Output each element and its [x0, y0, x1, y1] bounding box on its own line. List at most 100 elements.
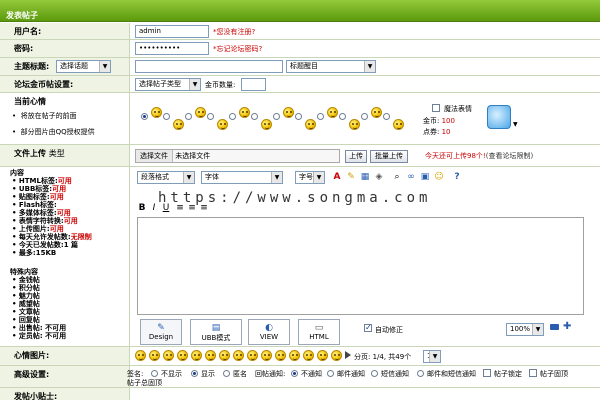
mood-face-icon[interactable]	[261, 119, 272, 130]
autofix-checkbox[interactable]	[364, 323, 372, 332]
find-icon[interactable]: ⌕	[391, 170, 403, 185]
batch-upload-button[interactable]: 批量上传	[370, 150, 408, 163]
emoticon-icon[interactable]	[331, 350, 342, 361]
subject-input[interactable]	[135, 60, 283, 73]
pin-post-checkbox[interactable]	[529, 369, 537, 377]
emoticon-icon[interactable]: ☺	[433, 170, 445, 185]
email-notify-radio[interactable]	[327, 370, 334, 377]
view-mode-tab[interactable]: ◐ VIEW	[248, 319, 290, 345]
emoticon-icon[interactable]	[135, 350, 146, 361]
chevron-down-icon[interactable]: ▼	[513, 121, 518, 128]
zoom-select[interactable]: 100% ▼	[506, 323, 544, 336]
choose-file-button[interactable]: 选择文件	[136, 150, 173, 162]
upload-label: 文件上传	[14, 149, 46, 158]
emoticon-icon[interactable]	[261, 350, 272, 361]
mood-face-icon[interactable]	[371, 107, 382, 118]
emoticon-icon[interactable]	[219, 350, 230, 361]
no-notify-radio[interactable]	[291, 370, 298, 377]
lock-post-checkbox[interactable]	[483, 369, 491, 377]
mood-radio[interactable]	[207, 113, 214, 120]
coin-amount-input[interactable]	[241, 78, 266, 91]
emoticon-icon[interactable]	[205, 350, 216, 361]
emoticon-icon[interactable]	[149, 350, 160, 361]
paragraph-format-select[interactable]: 段落格式 ▼	[137, 171, 195, 184]
mood-radio[interactable]	[251, 113, 258, 120]
emoticon-page-select[interactable]: 1▼	[423, 350, 441, 363]
mood-face-picker: 魔法表情 金币: 100 点券: 10 ▼	[131, 93, 600, 144]
highlight-icon[interactable]: ✎	[345, 170, 357, 185]
file-chooser[interactable]: 选择文件 未选择文件	[135, 149, 340, 163]
editor-textarea[interactable]	[137, 217, 584, 315]
emoticon-icon[interactable]	[163, 350, 174, 361]
magic-emote-label: 魔法表情	[444, 105, 472, 113]
mood-radio[interactable]	[229, 113, 236, 120]
mood-face-icon[interactable]	[393, 119, 404, 130]
mood-radio[interactable]	[339, 113, 346, 120]
font-size-select[interactable]: 字号 ▼	[295, 171, 325, 184]
post-type-select[interactable]: 选择帖子类型 ▼	[135, 78, 201, 91]
emoticon-icon[interactable]	[303, 350, 314, 361]
password-input[interactable]: ••••••••••	[135, 42, 209, 55]
emoticon-icon[interactable]	[177, 350, 188, 361]
expand-editor-icon[interactable]: ✚	[563, 321, 571, 332]
link-icon[interactable]: ∞	[405, 170, 417, 185]
bold-icon[interactable]: B	[137, 201, 147, 216]
mood-radio[interactable]	[317, 113, 324, 120]
emoticon-icon[interactable]	[317, 350, 328, 361]
font-select[interactable]: 字体 ▼	[201, 171, 283, 184]
next-page-icon[interactable]	[345, 351, 351, 359]
mood-face-icon[interactable]	[283, 107, 294, 118]
image-icon[interactable]: ▣	[419, 170, 431, 185]
forgot-password-link[interactable]: *忘记论坛密码?	[213, 44, 262, 54]
form-title: 发表帖子	[6, 11, 38, 20]
emoticon-pager: 分页: 1/4, 共49个	[354, 353, 412, 361]
mood-radio[interactable]	[163, 113, 170, 120]
upload-quota-note: 今天还可上传98个!(查看论坛限制)	[425, 152, 534, 160]
mood-face-icon[interactable]	[151, 107, 162, 118]
magic-emote-preview-icon[interactable]	[487, 105, 511, 129]
register-hint-link[interactable]: *您没有注册?	[213, 27, 255, 37]
emoticon-icon[interactable]	[191, 350, 202, 361]
ubb-icon: ▤	[211, 323, 221, 333]
mood-radio[interactable]	[273, 113, 280, 120]
upload-button[interactable]: 上传	[345, 150, 367, 163]
mood-radio[interactable]	[185, 113, 192, 120]
chevron-down-icon: ▼	[271, 172, 282, 183]
mood-face-icon[interactable]	[305, 119, 316, 130]
font-color-icon[interactable]: A	[331, 170, 343, 185]
mood-face-icon[interactable]	[349, 119, 360, 130]
username-input[interactable]: admin	[135, 25, 209, 38]
subject-row: 主题标题: 选择话题 ▼ 标题醒目 ▼	[0, 58, 600, 76]
magic-emote-checkbox[interactable]	[432, 104, 440, 112]
coins-readout: 金币: 100	[423, 117, 455, 125]
mood-face-icon[interactable]	[327, 107, 338, 118]
mood-face-icon[interactable]	[217, 119, 228, 130]
signature-hide-radio[interactable]	[151, 370, 158, 377]
mood-radio[interactable]	[295, 113, 302, 120]
mood-face-icon[interactable]	[173, 119, 184, 130]
title-style-select[interactable]: 标题醒目 ▼	[286, 60, 376, 73]
mood-face-icon[interactable]	[195, 107, 206, 118]
shrink-editor-icon[interactable]	[550, 324, 559, 330]
forum-limit-link[interactable]: (查看论坛限制)	[486, 152, 533, 160]
emoticon-icon[interactable]	[289, 350, 300, 361]
topic-select[interactable]: 选择话题 ▼	[56, 60, 111, 73]
anonymous-radio[interactable]	[223, 370, 230, 377]
emoticon-icon[interactable]	[247, 350, 258, 361]
mood-radio[interactable]	[383, 113, 390, 120]
mood-radio[interactable]	[141, 113, 148, 120]
emoticon-icon[interactable]	[233, 350, 244, 361]
emoticon-icon[interactable]	[275, 350, 286, 361]
signature-show-radio[interactable]	[191, 370, 198, 377]
mood-face-icon[interactable]	[239, 107, 250, 118]
email-sms-notify-radio[interactable]	[417, 370, 424, 377]
mood-radio[interactable]	[361, 113, 368, 120]
email-notify-label: 邮件通知	[337, 370, 365, 378]
help-icon[interactable]: ?	[451, 170, 463, 185]
html-mode-tab[interactable]: ▭ HTML	[298, 319, 340, 345]
table-icon[interactable]: ▦	[359, 170, 371, 185]
ubb-mode-tab[interactable]: ▤ UBB模式	[190, 319, 242, 345]
sms-notify-radio[interactable]	[371, 370, 378, 377]
design-mode-tab[interactable]: ✎ Design	[140, 319, 182, 345]
insert-object-icon[interactable]: ◈	[373, 170, 385, 185]
